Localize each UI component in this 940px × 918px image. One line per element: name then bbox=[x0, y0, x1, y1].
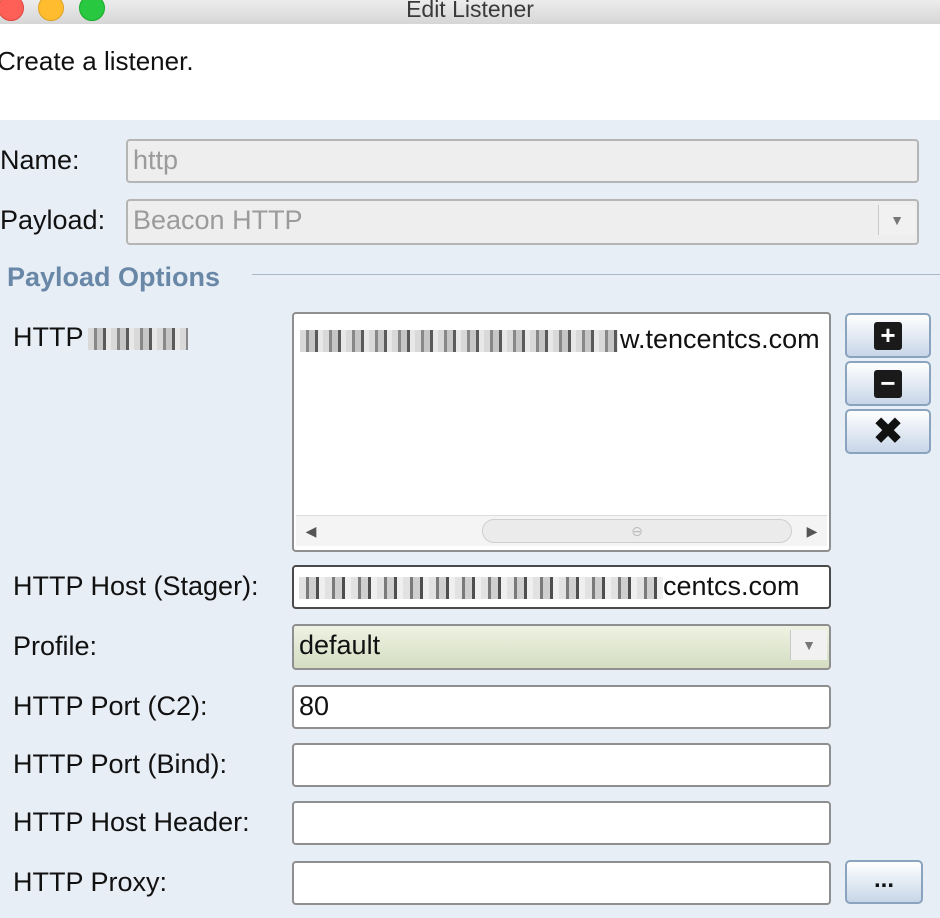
title-bar: Edit Listener bbox=[0, 0, 940, 25]
arrow-left-icon[interactable]: ◀ bbox=[300, 520, 322, 542]
http-proxy-input[interactable] bbox=[292, 861, 831, 905]
payload-select-value: Beacon HTTP bbox=[133, 205, 303, 235]
http-proxy-label: HTTP Proxy: bbox=[13, 867, 168, 897]
http-port-c2-label: HTTP Port (C2): bbox=[13, 691, 208, 721]
http-hosts-list[interactable]: w.tencentcs.com ◀ ⊖ ▶ bbox=[292, 312, 831, 552]
clear-hosts-button[interactable]: ✖ bbox=[845, 409, 931, 454]
payload-label: Payload: bbox=[0, 205, 106, 235]
section-divider bbox=[252, 274, 940, 275]
add-host-button[interactable]: + bbox=[845, 313, 931, 358]
http-host-header-label: HTTP Host Header: bbox=[13, 807, 250, 837]
list-item[interactable]: w.tencentcs.com bbox=[300, 324, 820, 355]
horizontal-scrollbar[interactable]: ◀ ⊖ ▶ bbox=[296, 515, 827, 546]
http-host-stager-label: HTTP Host (Stager): bbox=[13, 571, 259, 601]
arrow-right-icon[interactable]: ▶ bbox=[801, 520, 823, 542]
http-port-bind-input[interactable] bbox=[292, 743, 831, 787]
remove-host-button[interactable]: − bbox=[845, 361, 931, 406]
plus-icon: + bbox=[874, 321, 902, 350]
payload-select[interactable]: Beacon HTTP ▼ bbox=[126, 199, 919, 245]
http-port-c2-input[interactable]: 80 bbox=[292, 685, 831, 729]
proxy-settings-button[interactable]: ... bbox=[845, 860, 923, 904]
profile-label: Profile: bbox=[13, 631, 98, 661]
scrollbar-thumb[interactable]: ⊖ bbox=[482, 519, 792, 543]
http-host-header-input[interactable] bbox=[292, 801, 831, 845]
minus-icon: − bbox=[874, 369, 902, 398]
payload-options-heading: Payload Options bbox=[7, 262, 221, 292]
http-hosts-label: HTTP bbox=[13, 322, 190, 353]
name-input[interactable]: http bbox=[126, 139, 919, 183]
description-panel: Create a listener. bbox=[0, 24, 940, 120]
profile-select-value: default bbox=[299, 630, 381, 660]
profile-select[interactable]: default ▼ bbox=[292, 624, 831, 670]
description-text: Create a listener. bbox=[0, 46, 194, 76]
name-label: Name: bbox=[0, 145, 80, 175]
window-title: Edit Listener bbox=[406, 0, 534, 22]
close-icon: ✖ bbox=[872, 410, 904, 453]
chevron-down-icon: ▼ bbox=[790, 630, 827, 660]
http-host-stager-input[interactable]: centcs.com bbox=[292, 565, 831, 609]
chevron-down-icon: ▼ bbox=[878, 205, 915, 235]
http-port-bind-label: HTTP Port (Bind): bbox=[13, 749, 228, 779]
